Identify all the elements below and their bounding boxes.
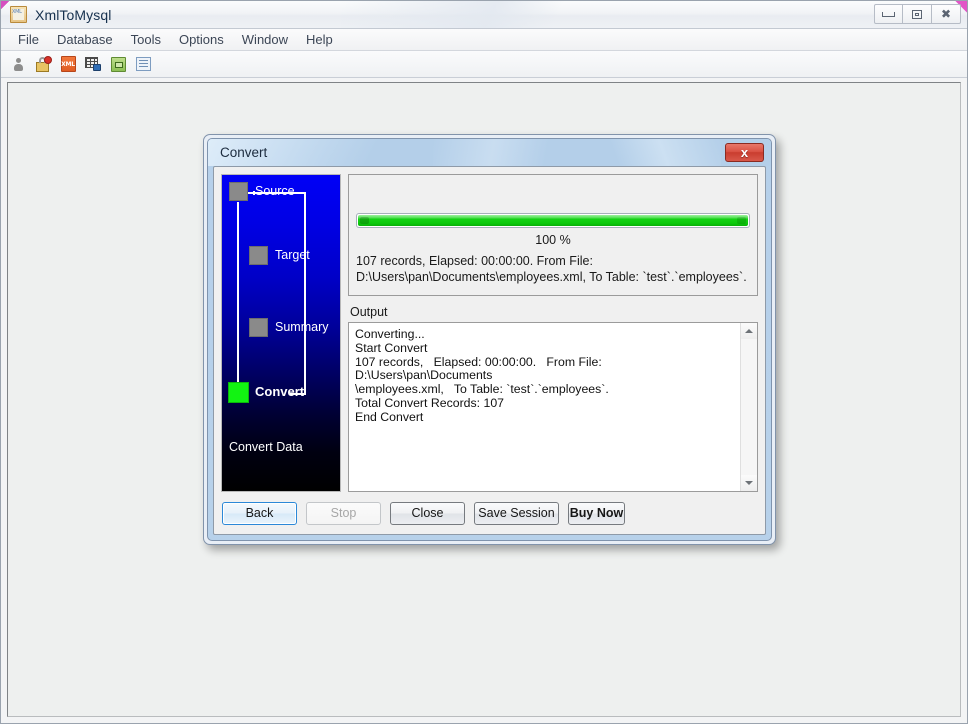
wizard-node-target[interactable] — [249, 246, 268, 265]
scroll-down-arrow-icon[interactable] — [741, 475, 757, 491]
main-application-window: XML XmlToMysql ✖ File Database Tools Opt… — [0, 0, 968, 724]
menu-item-window[interactable]: Window — [233, 30, 297, 50]
dialog-close-button[interactable]: x — [725, 143, 764, 162]
back-button[interactable]: Back — [222, 501, 297, 525]
list-blue-icon[interactable] — [134, 55, 152, 73]
progress-status-line-2: D:\Users\pan\Documents\employees.xml, To… — [356, 270, 747, 284]
dialog-title: Convert — [220, 145, 268, 160]
progress-bar-fill — [358, 215, 748, 226]
dialog-glass-2 — [433, 139, 583, 166]
mdi-client-area: Convert x Source Target Summary Convert … — [7, 82, 961, 717]
table-convert-icon[interactable] — [84, 55, 102, 73]
window-green-icon[interactable] — [109, 55, 127, 73]
xml-file-icon[interactable]: XML — [59, 55, 77, 73]
window-controls: ✖ — [874, 4, 961, 24]
output-scrollbar[interactable] — [740, 323, 757, 491]
output-label: Output — [350, 305, 388, 319]
wizard-node-convert[interactable] — [228, 382, 249, 403]
menu-item-database[interactable]: Database — [48, 30, 122, 50]
progress-panel: 100 % 107 records, Elapsed: 00:00:00. Fr… — [348, 174, 758, 296]
dialog-glass-3 — [591, 139, 721, 166]
buy-now-button[interactable]: Buy Now — [568, 501, 625, 525]
menu-item-file[interactable]: File — [9, 30, 48, 50]
wizard-label-source: Source — [255, 184, 295, 198]
close-icon: ✖ — [940, 7, 952, 21]
corner-accent-left — [1, 1, 10, 10]
wizard-label-target: Target — [275, 248, 310, 262]
toolbar: XML — [1, 51, 967, 78]
menu-item-help[interactable]: Help — [297, 30, 342, 50]
progress-bar — [356, 213, 750, 228]
progress-status-line-1: 107 records, Elapsed: 00:00:00. From Fil… — [356, 254, 593, 268]
xml-app-icon: XML — [10, 6, 27, 23]
save-session-button[interactable]: Save Session — [474, 501, 559, 525]
convert-dialog: Convert x Source Target Summary Convert … — [203, 134, 776, 545]
wizard-step-panel: Source Target Summary Convert Convert Da… — [221, 174, 341, 492]
menu-item-tools[interactable]: Tools — [122, 30, 170, 50]
stop-button: Stop — [306, 501, 381, 525]
wizard-label-summary: Summary — [275, 320, 329, 334]
xml-icon-label: XML — [61, 60, 75, 68]
scroll-up-arrow-icon[interactable] — [741, 323, 757, 339]
dialog-body: Source Target Summary Convert Convert Da… — [213, 166, 766, 535]
wizard-line-vertical-left — [237, 202, 239, 393]
page-title: XmlToMysql — [35, 6, 112, 23]
menu-bar: File Database Tools Options Window Help — [1, 29, 967, 51]
close-dialog-button[interactable]: Close — [390, 501, 465, 525]
wizard-node-source[interactable] — [229, 182, 248, 201]
wizard-footer-label: Convert Data — [229, 440, 303, 454]
wizard-node-summary[interactable] — [249, 318, 268, 337]
progress-percent-label: 100 % — [535, 233, 571, 247]
minimize-icon — [882, 11, 895, 17]
output-log-text: Converting... Start Convert 107 records,… — [355, 327, 609, 424]
wizard-line-vertical-right — [304, 192, 306, 395]
restore-icon — [912, 9, 922, 19]
titlebar-glass-highlight — [341, 1, 701, 28]
dialog-frame: Convert x Source Target Summary Convert … — [207, 138, 772, 541]
lock-error-icon[interactable] — [34, 55, 52, 73]
output-log-area[interactable]: Converting... Start Convert 107 records,… — [348, 322, 758, 492]
window-title-bar: XML XmlToMysql ✖ — [1, 1, 967, 29]
dialog-title-bar: Convert x — [208, 139, 771, 166]
progress-status-text: 107 records, Elapsed: 00:00:00. From Fil… — [356, 253, 750, 285]
wizard-label-convert: Convert — [255, 384, 305, 399]
dialog-button-row: Back Stop Close Save Session Buy Now — [214, 492, 765, 534]
dialog-content: Source Target Summary Convert Convert Da… — [214, 167, 765, 492]
menu-item-options[interactable]: Options — [170, 30, 233, 50]
minimize-button[interactable] — [874, 4, 903, 24]
close-button[interactable]: ✖ — [932, 4, 961, 24]
restore-button[interactable] — [903, 4, 932, 24]
convert-right-column: 100 % 107 records, Elapsed: 00:00:00. Fr… — [348, 174, 758, 492]
user-icon[interactable] — [9, 55, 27, 73]
